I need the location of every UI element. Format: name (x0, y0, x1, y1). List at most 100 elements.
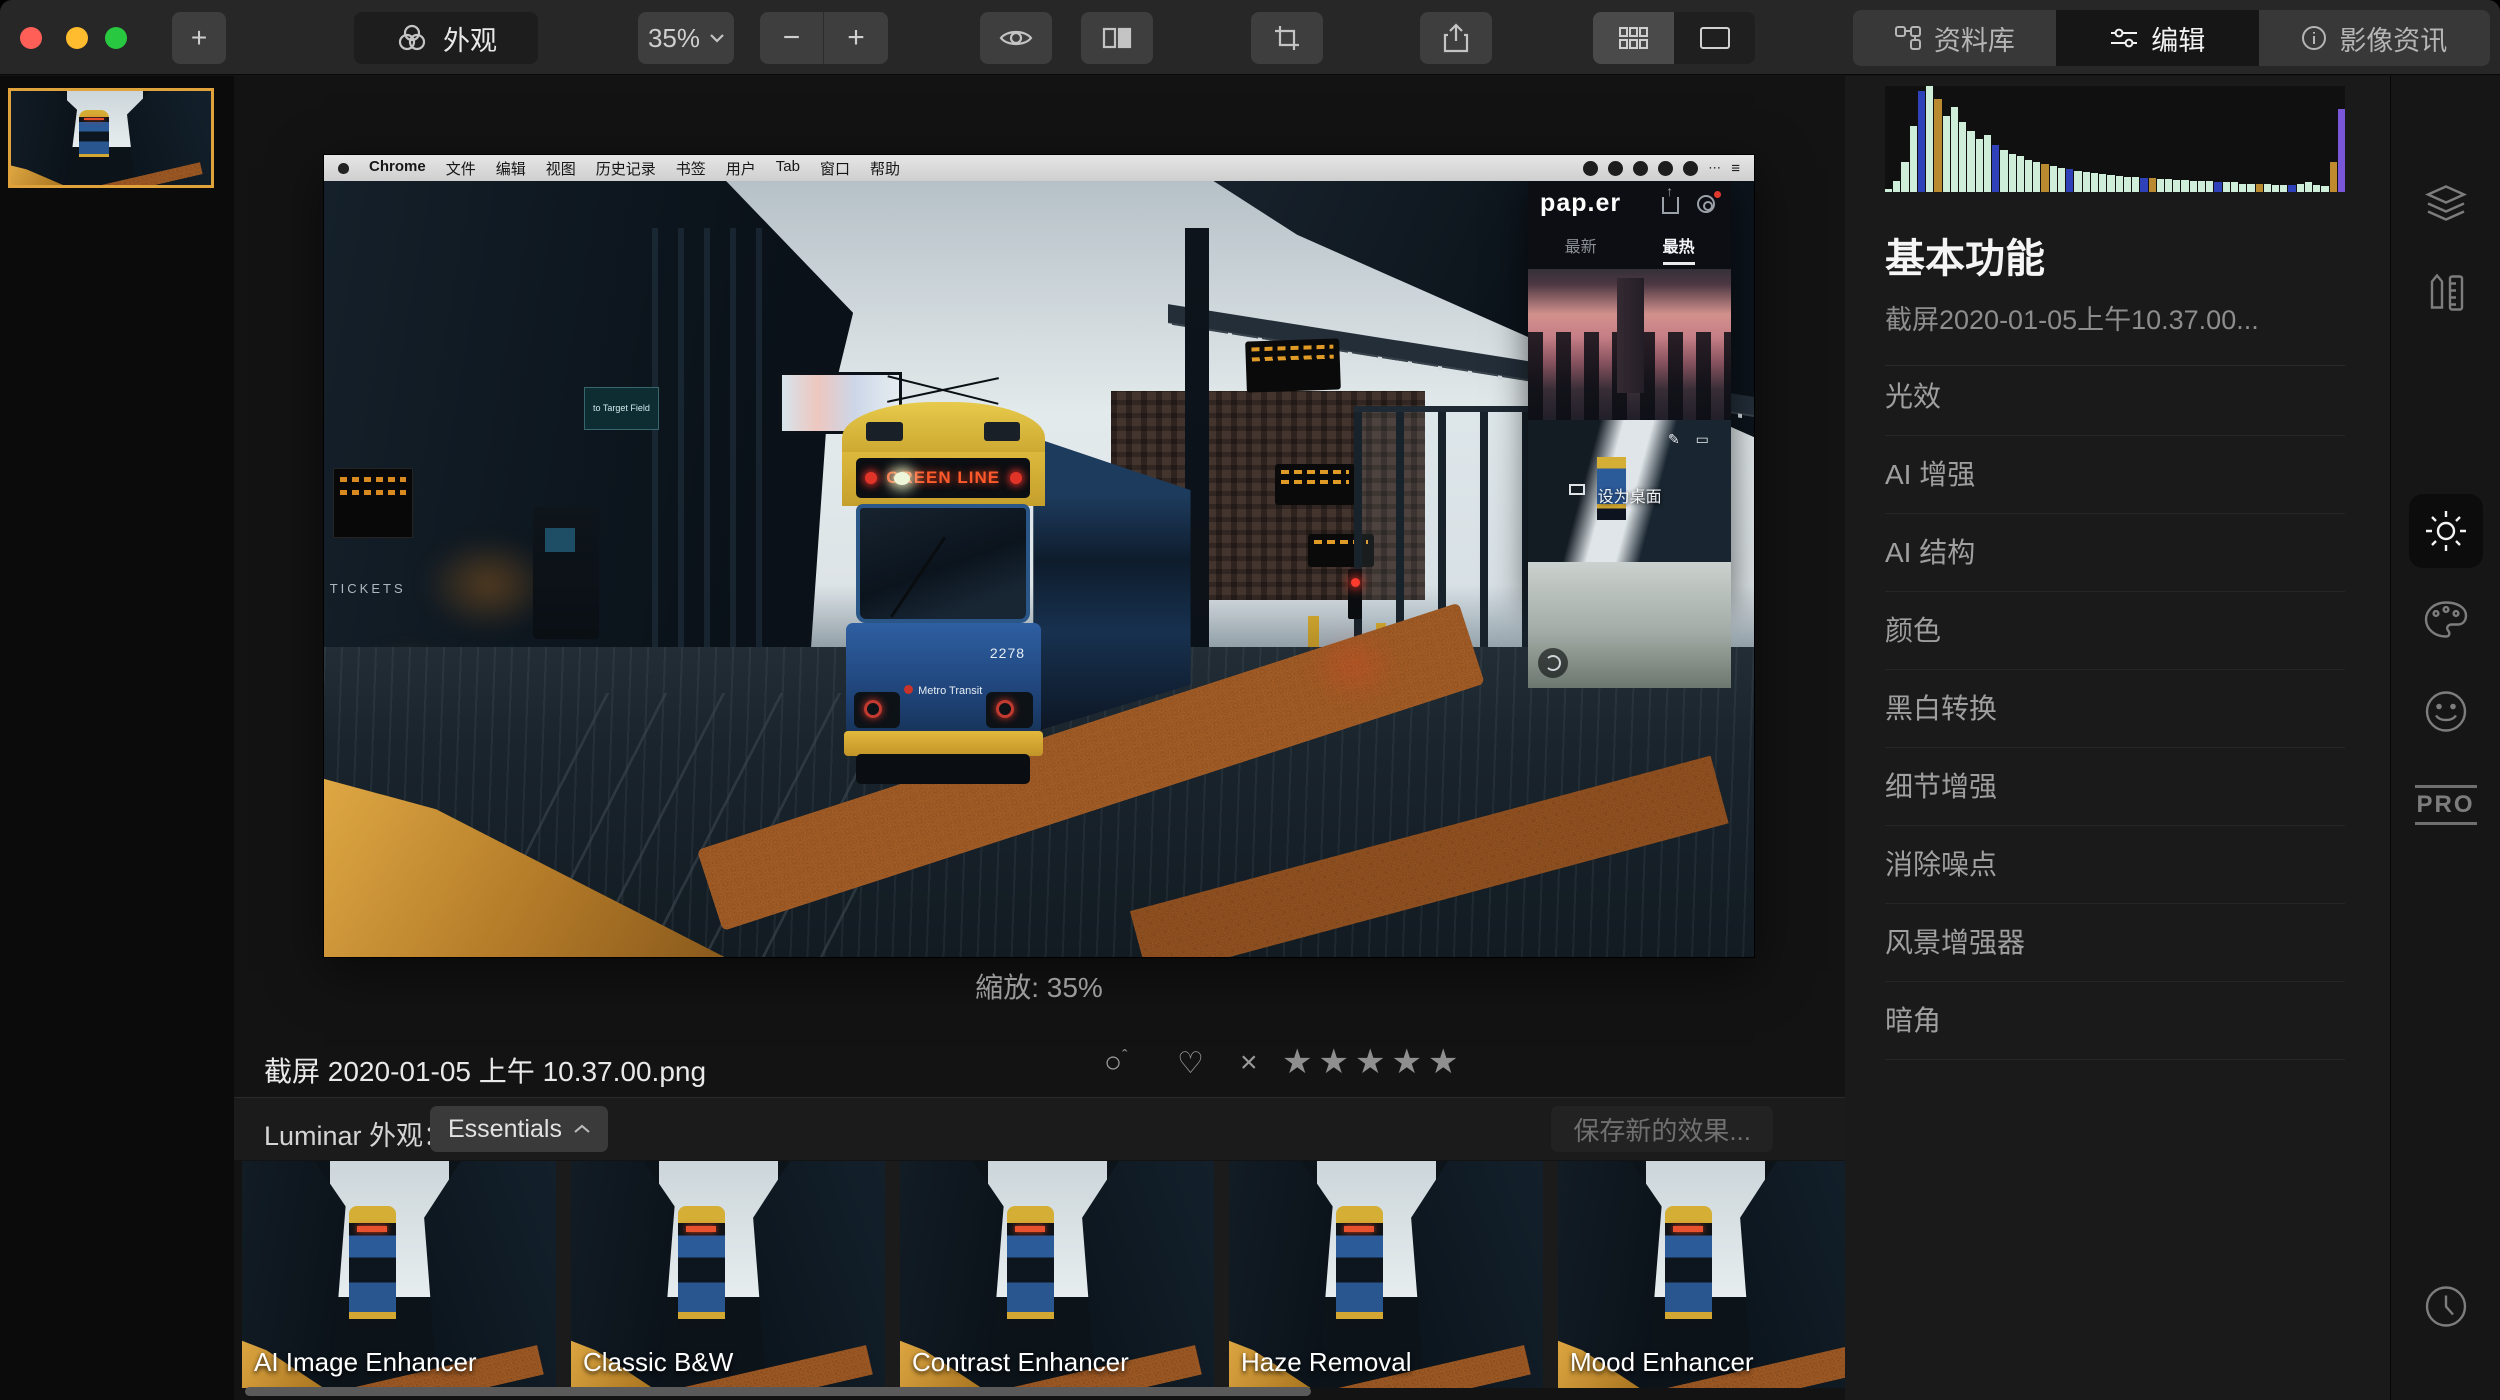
departure-board-1 (1245, 338, 1341, 392)
file-row: 截屏 2020-01-05 上午 10.37.00.png ○ˆ ♡ × ★★★… (234, 1038, 1845, 1096)
layers-button[interactable] (2424, 184, 2468, 229)
star-icon[interactable]: ★ (1318, 1043, 1348, 1081)
tool-item[interactable]: 光效 (1885, 358, 2345, 436)
preset-thumbnail[interactable]: Contrast Enhancer (900, 1161, 1214, 1388)
traffic-zoom-button[interactable] (105, 27, 127, 49)
compare-button[interactable] (1081, 12, 1153, 64)
menubar-item[interactable]: 帮助 (870, 158, 900, 179)
save-look-button[interactable]: 保存新的效果... (1551, 1106, 1773, 1152)
star-icon[interactable]: ★ (1355, 1043, 1385, 1081)
zoom-in-button[interactable]: + (824, 12, 888, 64)
tool-item[interactable]: AI 结构 (1885, 514, 2345, 592)
paper-photo-city[interactable] (1528, 269, 1731, 420)
tool-item[interactable]: 颜色 (1885, 592, 2345, 670)
paper-app-window[interactable]: pap.er 最新 最热 设为桌面 ✎ ▭ (1528, 181, 1731, 600)
top-toolbar: + 外观 35% − + (0, 0, 2500, 75)
train-photo: TICKETS to Target Field (324, 181, 1754, 957)
smiley-icon (2424, 690, 2468, 734)
star-icon[interactable]: ★ (1428, 1043, 1458, 1081)
menubar-item[interactable]: 窗口 (820, 158, 850, 179)
menubar-item[interactable]: 文件 (446, 158, 476, 179)
menubar-item[interactable]: Tab (776, 158, 800, 179)
traffic-minimize-button[interactable] (66, 27, 88, 49)
favorite-heart-button[interactable]: ♡ (1177, 1046, 1204, 1081)
menubar-items: Chrome 文件编辑视图历史记录书签用户 Tab 窗口帮助 (369, 158, 900, 179)
tool-item[interactable]: 风景增强器 (1885, 904, 2345, 982)
paper-logo: pap.er (1540, 189, 1621, 218)
menubar-item[interactable]: 书签 (676, 158, 706, 179)
chevron-up-icon (574, 1124, 590, 1134)
workspace-tabs: 资料库 编辑 影像资讯 (1853, 10, 2490, 66)
menubar-item[interactable]: 编辑 (496, 158, 526, 179)
tab-info-label: 影像资讯 (2339, 19, 2447, 58)
upload-icon[interactable] (1662, 197, 1679, 214)
gallery-view-button[interactable] (1593, 12, 1674, 64)
sun-icon (2424, 509, 2468, 553)
preset-thumbnail[interactable]: Haze Removal (1229, 1161, 1543, 1388)
flag-circle-button[interactable]: ○ˆ (1104, 1046, 1127, 1080)
single-view-button[interactable] (1674, 12, 1755, 64)
paper-tab-latest[interactable]: 最新 (1565, 233, 1597, 257)
add-image-button[interactable]: + (172, 12, 226, 64)
notification-dot (1714, 191, 1721, 198)
looks-toggle-label: 外观 (443, 19, 497, 58)
tab-library[interactable]: 资料库 (1853, 10, 2056, 66)
thumbnail-image (11, 91, 211, 185)
zoom-caption: 縮放: 35% (324, 966, 1754, 1006)
star-icon[interactable]: ★ (1282, 1043, 1312, 1081)
menubar-item[interactable]: 视图 (546, 158, 576, 179)
sidebar-thumbnail-selected[interactable] (8, 88, 214, 188)
filmstrip-sidebar (0, 76, 234, 1400)
ticket-machine (533, 507, 599, 639)
tool-item[interactable]: 暗角 (1885, 982, 2345, 1060)
menubar-item[interactable]: Chrome (369, 158, 426, 179)
share-button[interactable] (1420, 12, 1492, 64)
led-board-left (333, 468, 413, 538)
preset-label: Haze Removal (1241, 1347, 1412, 1378)
preset-thumbnail[interactable]: Mood Enhancer (1558, 1161, 1845, 1388)
histogram[interactable] (1885, 86, 2345, 192)
creative-tools-button[interactable] (2424, 601, 2468, 644)
windshield (856, 504, 1031, 623)
tram-front: GREEN LINE 2278 Metro Transit (842, 402, 1045, 786)
zoom-out-button[interactable]: − (760, 12, 824, 64)
refresh-icon[interactable] (1538, 648, 1568, 678)
horizontal-scrollbar[interactable] (245, 1387, 1311, 1396)
tool-item[interactable]: AI 增强 (1885, 436, 2345, 514)
looks-toggle-button[interactable]: 外观 (354, 12, 538, 64)
paper-photo-train[interactable]: 设为桌面 ✎ ▭ (1528, 420, 1731, 562)
reject-button[interactable]: × (1240, 1046, 1258, 1080)
filename-label: 截屏 2020-01-05 上午 10.37.00.png (264, 1050, 706, 1090)
looks-collection-dropdown[interactable]: Essentials (430, 1106, 608, 1152)
paper-photo-sky[interactable] (1528, 562, 1731, 688)
pro-tools-button[interactable]: PRO (2414, 785, 2476, 825)
star-icon[interactable]: ★ (1391, 1043, 1421, 1081)
preset-thumbnail[interactable]: Classic B&W (571, 1161, 885, 1388)
set-wallpaper-label[interactable]: 设为桌面 (1528, 483, 1731, 507)
zoom-level-dropdown[interactable]: 35% (638, 12, 734, 64)
tool-item[interactable]: 消除噪点 (1885, 826, 2345, 904)
destination-sign: GREEN LINE (856, 458, 1031, 498)
panel-subtitle: 截屏2020-01-05上午10.37.00... (1885, 298, 2345, 366)
traffic-close-button[interactable] (20, 27, 42, 49)
pencil-ruler-icon (2424, 274, 2468, 314)
paper-tab-hot[interactable]: 最热 (1663, 233, 1695, 265)
tool-item[interactable]: 细节增强 (1885, 748, 2345, 826)
preview-button[interactable] (980, 12, 1052, 64)
image-canvas[interactable]: Chrome文件编辑视图历史记录书签用户Tab窗口帮助 ⋯≡ TICKETS t… (324, 155, 1754, 957)
canvas-tools-button[interactable] (2424, 274, 2468, 319)
portrait-tools-button[interactable] (2424, 690, 2468, 739)
history-button[interactable] (2423, 1284, 2469, 1335)
paper-hover-tools: ✎ ▭ (1668, 431, 1715, 448)
luminar-window: + 外观 35% − + (0, 0, 2500, 1400)
tab-info[interactable]: 影像资讯 (2259, 10, 2490, 66)
preset-thumbnail[interactable]: AI Image Enhancer (242, 1161, 556, 1388)
share-icon (1443, 23, 1469, 53)
crop-button[interactable] (1251, 12, 1323, 64)
essentials-tools-button[interactable] (2409, 494, 2483, 568)
tab-edit[interactable]: 编辑 (2056, 10, 2259, 66)
menubar-item[interactable]: 用户 (726, 158, 756, 179)
tool-item[interactable]: 黑白转换 (1885, 670, 2345, 748)
menubar-item[interactable]: 历史记录 (596, 158, 656, 179)
gear-icon[interactable] (1697, 195, 1715, 213)
